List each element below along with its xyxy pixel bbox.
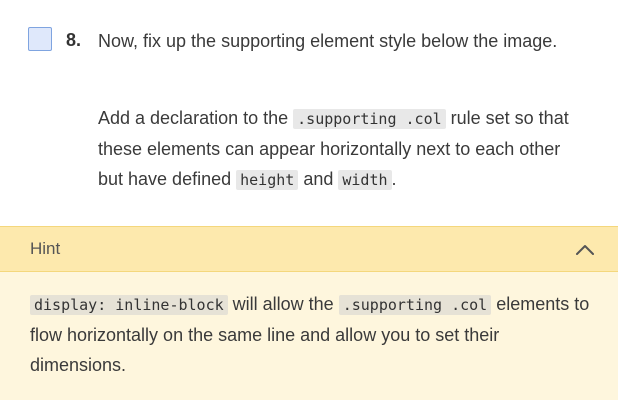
code-snippet: .supporting .col (293, 109, 446, 129)
step-description: Add a declaration to the .supporting .co… (98, 103, 588, 195)
hint-label: Hint (30, 239, 61, 258)
hint-content: display: inline-block will allow the .su… (0, 272, 618, 400)
step-text: and (298, 169, 339, 189)
hint-text: display: inline-block will allow the .su… (30, 289, 590, 380)
hint-text-segment: will allow the (227, 294, 339, 314)
code-snippet: height (236, 170, 299, 190)
hint-toggle[interactable]: Hint (0, 226, 618, 272)
code-snippet: .supporting .col (338, 295, 492, 315)
code-snippet: width (338, 170, 392, 190)
step-text: . (391, 169, 397, 189)
step-number: 8. (66, 30, 82, 50)
chevron-up-icon[interactable] (574, 239, 596, 261)
step-text: Add a declaration to the (98, 108, 294, 128)
instruction-step: 8. Now, fix up the supporting element st… (0, 0, 618, 226)
code-snippet: display: inline-block (30, 295, 228, 315)
step-checkbox[interactable] (28, 27, 52, 51)
step-title: Now, fix up the supporting element style… (98, 31, 558, 51)
